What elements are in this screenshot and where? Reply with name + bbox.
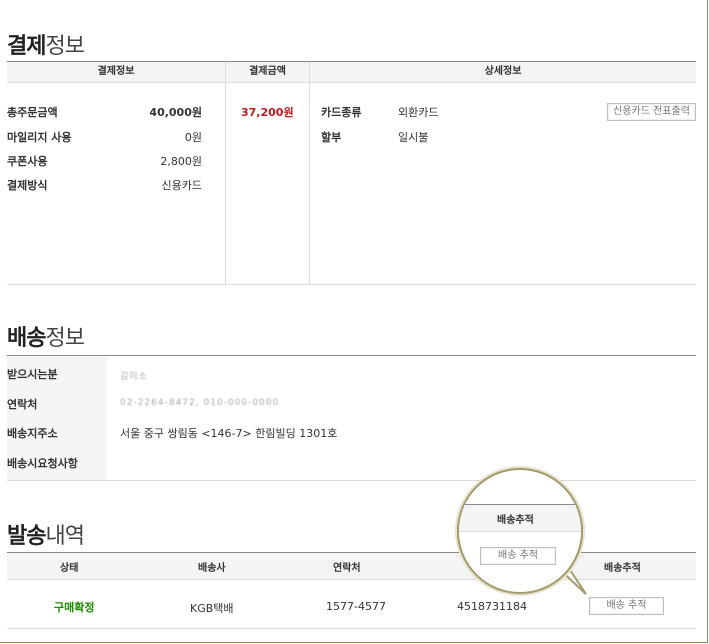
card-type-value: 외환카드 (398, 106, 439, 119)
payment-section-title: 결제정보 (7, 28, 85, 60)
installment-label: 할부 (321, 131, 342, 144)
contact-value: 02-2264-8472, 010-000-0000 (120, 398, 280, 408)
request-label: 배송시요청사항 (7, 457, 78, 470)
title-light: 정보 (45, 34, 84, 59)
magnifier-header-label: 배송추적 (497, 515, 534, 526)
card-type-label: 카드종류 (321, 106, 362, 119)
payment-total-amount: 37,200원 (241, 106, 294, 119)
track-shipment-button[interactable]: 배송 추적 (589, 597, 664, 615)
mileage-label: 마일리지 사용 (7, 131, 72, 144)
magnifier-callout: 배송추적 배송 추적 (457, 468, 583, 594)
dispatch-tracking-number: 4518731184 (457, 600, 527, 613)
coupon-label: 쿠폰사용 (7, 155, 48, 168)
shipping-section-title: 배송정보 (7, 320, 85, 352)
dispatch-status: 구매확정 (54, 601, 95, 614)
col-header-payment-amount: 결제금액 (226, 62, 309, 82)
payment-col-divider-1 (225, 62, 226, 284)
mileage-value: 0원 (184, 131, 202, 144)
title-light: 정보 (45, 326, 84, 351)
payment-bottom-rule (7, 284, 696, 285)
installment-value: 일시불 (398, 131, 429, 144)
dispatch-section-title: 발송내역 (7, 518, 85, 550)
title-bold: 결제 (7, 34, 46, 59)
dispatch-phone: 1577-4577 (326, 600, 386, 613)
shipping-bottom-rule (7, 480, 696, 481)
col-header-track: 배송추적 (604, 563, 641, 574)
col-header-payment-info: 결제정보 (7, 62, 225, 82)
dispatch-carrier: KGB택배 (190, 602, 234, 615)
total-order-value: 40,000원 (149, 106, 202, 119)
payment-method-label: 결제방식 (7, 179, 48, 192)
coupon-value: 2,800원 (160, 155, 202, 168)
address-label: 배송지주소 (7, 427, 58, 440)
col-header-carrier: 배송사 (198, 563, 226, 574)
title-bold: 배송 (7, 326, 46, 351)
recipient-label: 받으시는분 (7, 368, 58, 381)
payment-col-divider-2 (309, 62, 310, 284)
card-receipt-print-button[interactable]: 신용카드 전표출력 (607, 103, 696, 121)
total-order-label: 총주문금액 (7, 106, 58, 119)
col-header-detail-info: 상세정보 (310, 62, 696, 82)
recipient-value: 김미소 (120, 372, 148, 382)
page-frame (0, 0, 708, 643)
dispatch-bottom-rule (7, 628, 696, 629)
address-value: 서울 중구 쌍림동 <146-7> 한림빌딩 1301호 (120, 427, 338, 440)
col-header-phone: 연락처 (333, 563, 361, 574)
title-bold: 발송 (7, 524, 46, 549)
title-light: 내역 (45, 524, 84, 549)
contact-label: 연락처 (7, 398, 38, 411)
col-header-status: 상태 (60, 563, 79, 574)
magnifier-track-button[interactable]: 배송 추적 (480, 547, 556, 565)
shipping-top-rule (7, 355, 696, 356)
payment-method-value: 신용카드 (161, 179, 202, 192)
payment-header-rule (7, 82, 696, 83)
